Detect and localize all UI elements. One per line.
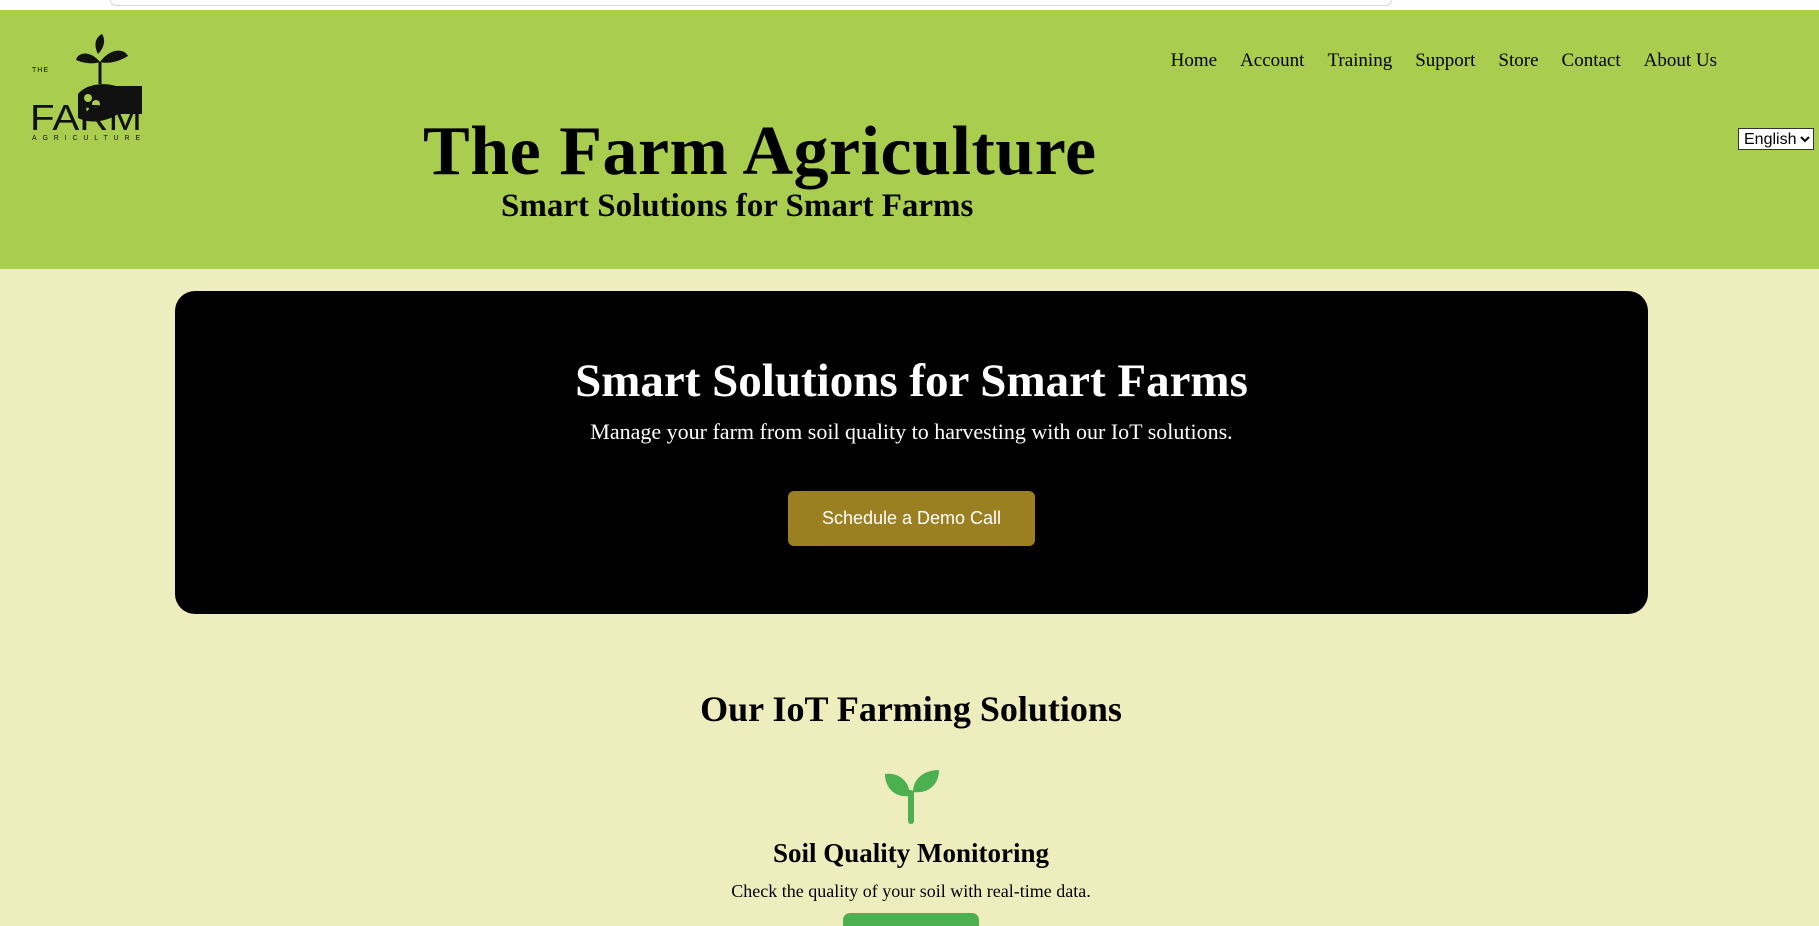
svg-text:FARM: FARM [30, 97, 142, 138]
schedule-demo-button[interactable]: Schedule a Demo Call [788, 491, 1035, 546]
solution-card-title: Soil Quality Monitoring [772, 838, 1050, 868]
browser-toolbar-edge [110, 0, 1392, 6]
nav-home[interactable]: Home [1171, 50, 1217, 72]
farm-hand-sprout-logo-icon: THE FARM AGRICULTURE [30, 34, 142, 142]
browser-top-strip [0, 0, 1819, 10]
main-nav: Home Account Training Support Store Cont… [1148, 50, 1717, 72]
solution-card-button[interactable] [843, 913, 979, 926]
site-header: THE FARM AGRICULTURE Home Account Traini… [0, 10, 1819, 269]
svg-text:AGRICULTURE: AGRICULTURE [32, 135, 142, 142]
farm-logo[interactable]: THE FARM AGRICULTURE [30, 32, 148, 146]
site-subtitle: Smart Solutions for Smart Farms [501, 188, 974, 224]
solution-card-description: Check the quality of your soil with real… [731, 881, 1091, 901]
hero-title: Smart Solutions for Smart Farms [575, 355, 1248, 407]
hero-banner: Smart Solutions for Smart Farms Manage y… [175, 291, 1648, 614]
svg-text:THE: THE [32, 67, 49, 74]
nav-store[interactable]: Store [1498, 50, 1538, 72]
solutions-heading: Our IoT Farming Solutions [700, 689, 1122, 729]
nav-contact[interactable]: Contact [1562, 50, 1621, 72]
hero-description: Manage your farm from soil quality to ha… [590, 419, 1233, 444]
site-title: The Farm Agriculture [423, 113, 1097, 190]
sprout-icon [883, 768, 940, 824]
nav-training[interactable]: Training [1327, 50, 1392, 72]
page: THE FARM AGRICULTURE Home Account Traini… [0, 0, 1819, 926]
nav-about-us[interactable]: About Us [1644, 50, 1717, 72]
nav-account[interactable]: Account [1240, 50, 1304, 72]
language-select[interactable]: English [1738, 128, 1814, 150]
nav-support[interactable]: Support [1415, 50, 1475, 72]
